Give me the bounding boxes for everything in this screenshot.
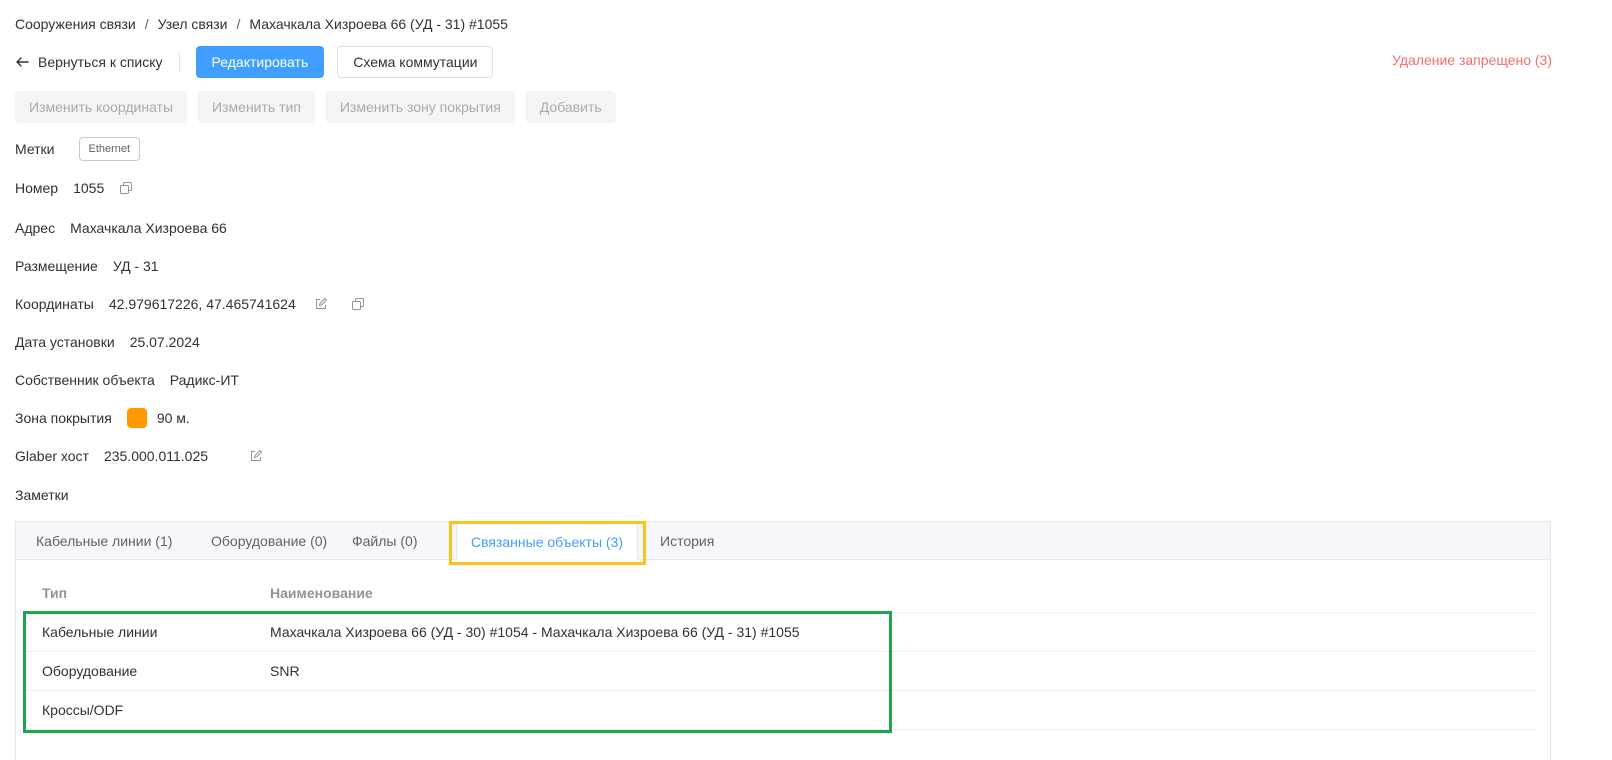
tab-history[interactable]: История [660,522,714,560]
tab-cable-lines[interactable]: Кабельные линии (1) [36,522,172,560]
table-cell-type: Кабельные линии [42,624,158,640]
field-coordinates: Координаты 42.979617226, 47.465741624 [15,294,365,314]
field-tags: Метки Ethernet [15,137,141,161]
back-to-list-label: Вернуться к списку [38,54,163,70]
field-value: УД - 31 [112,258,159,274]
field-label: Собственник объекта [15,372,155,388]
field-value: 25.07.2024 [129,334,200,350]
breadcrumb: Сооружения связи / Узел связи / Махачкал… [15,14,508,34]
breadcrumb-item-node[interactable]: Узел связи [158,16,228,32]
action-buttons: Изменить координаты Изменить тип Изменит… [15,91,627,123]
toolbar-divider [178,53,180,71]
toolbar: Вернуться к списку Редактировать Схема к… [15,46,494,78]
coverage-color-swatch [126,408,147,428]
change-coords-button[interactable]: Изменить координаты [15,91,188,123]
breadcrumb-separator: / [236,16,241,32]
back-to-list-link[interactable]: Вернуться к списку [15,54,163,70]
breadcrumb-item-structures[interactable]: Сооружения связи [15,16,136,32]
column-header-name: Наименование [270,585,373,601]
field-value: 235.000.011.025 [103,448,209,464]
field-label: Glaber хост [15,448,89,464]
field-label: Зона покрытия [15,410,112,426]
breadcrumb-item-current: Махачкала Хизроева 66 (УД - 31) #1055 [249,16,508,32]
table-row[interactable]: Кроссы/ODF [26,691,1536,730]
tabs-panel: Кабельные линии (1) Оборудование (0) Фай… [15,521,1551,760]
field-label: Метки [15,141,55,157]
field-address: Адрес Махачкала Хизроева 66 [15,218,227,238]
field-glaber-host: Glaber хост 235.000.011.025 [15,446,263,466]
table-row[interactable]: Оборудование SNR [26,652,1536,691]
field-number: Номер 1055 [15,178,133,198]
tag-ethernet: Ethernet [78,137,141,161]
field-notes: Заметки [15,485,84,505]
field-label: Заметки [15,487,69,503]
field-label: Координаты [15,296,94,312]
table-cell-type: Кроссы/ODF [42,702,124,718]
field-label: Адрес [15,220,56,236]
field-value: 42.979617226, 47.465741624 [108,296,296,312]
tabs-bar: Кабельные линии (1) Оборудование (0) Фай… [16,522,1550,561]
table-cell-name[interactable]: Махачкала Хизроева 66 (УД - 30) #1054 - … [270,624,1536,640]
field-label: Дата установки [15,334,115,350]
tab-equipment[interactable]: Оборудование (0) [211,522,327,560]
field-label: Номер [15,180,59,196]
field-value: Махачкала Хизроева 66 [70,220,227,236]
field-label: Размещение [15,258,98,274]
field-value: 1055 [73,180,105,196]
switching-scheme-button[interactable]: Схема коммутации [337,46,494,78]
table-cell-type: Оборудование [42,663,138,679]
column-header-type: Тип [42,585,68,601]
tab-files[interactable]: Файлы (0) [352,522,417,560]
delete-forbidden-note: Удаление запрещено (3) [1392,52,1552,68]
edit-button[interactable]: Редактировать [195,46,325,78]
field-coverage: Зона покрытия 90 м. [15,408,190,428]
arrow-left-icon [16,57,29,67]
field-placement: Размещение УД - 31 [15,256,159,276]
tab-related-objects[interactable]: Связанные объекты (3) [456,522,639,561]
breadcrumb-separator: / [144,16,149,32]
field-value: Радикс-ИТ [169,372,239,388]
table-cell-name[interactable]: SNR [270,663,1536,679]
copy-icon[interactable] [351,297,365,311]
add-button[interactable]: Добавить [525,91,616,123]
field-owner: Собственник объекта Радикс-ИТ [15,370,239,390]
edit-icon[interactable] [249,449,263,463]
field-value: 90 м. [156,410,190,426]
table-header: Тип Наименование [26,574,1536,613]
table-row[interactable]: Кабельные линии Махачкала Хизроева 66 (У… [26,613,1536,652]
related-objects-table: Тип Наименование Кабельные линии Махачка… [26,574,1536,730]
change-type-button[interactable]: Изменить тип [198,91,315,123]
copy-icon[interactable] [119,181,133,195]
change-coverage-button[interactable]: Изменить зону покрытия [325,91,515,123]
field-install-date: Дата установки 25.07.2024 [15,332,200,352]
edit-icon[interactable] [314,297,328,311]
